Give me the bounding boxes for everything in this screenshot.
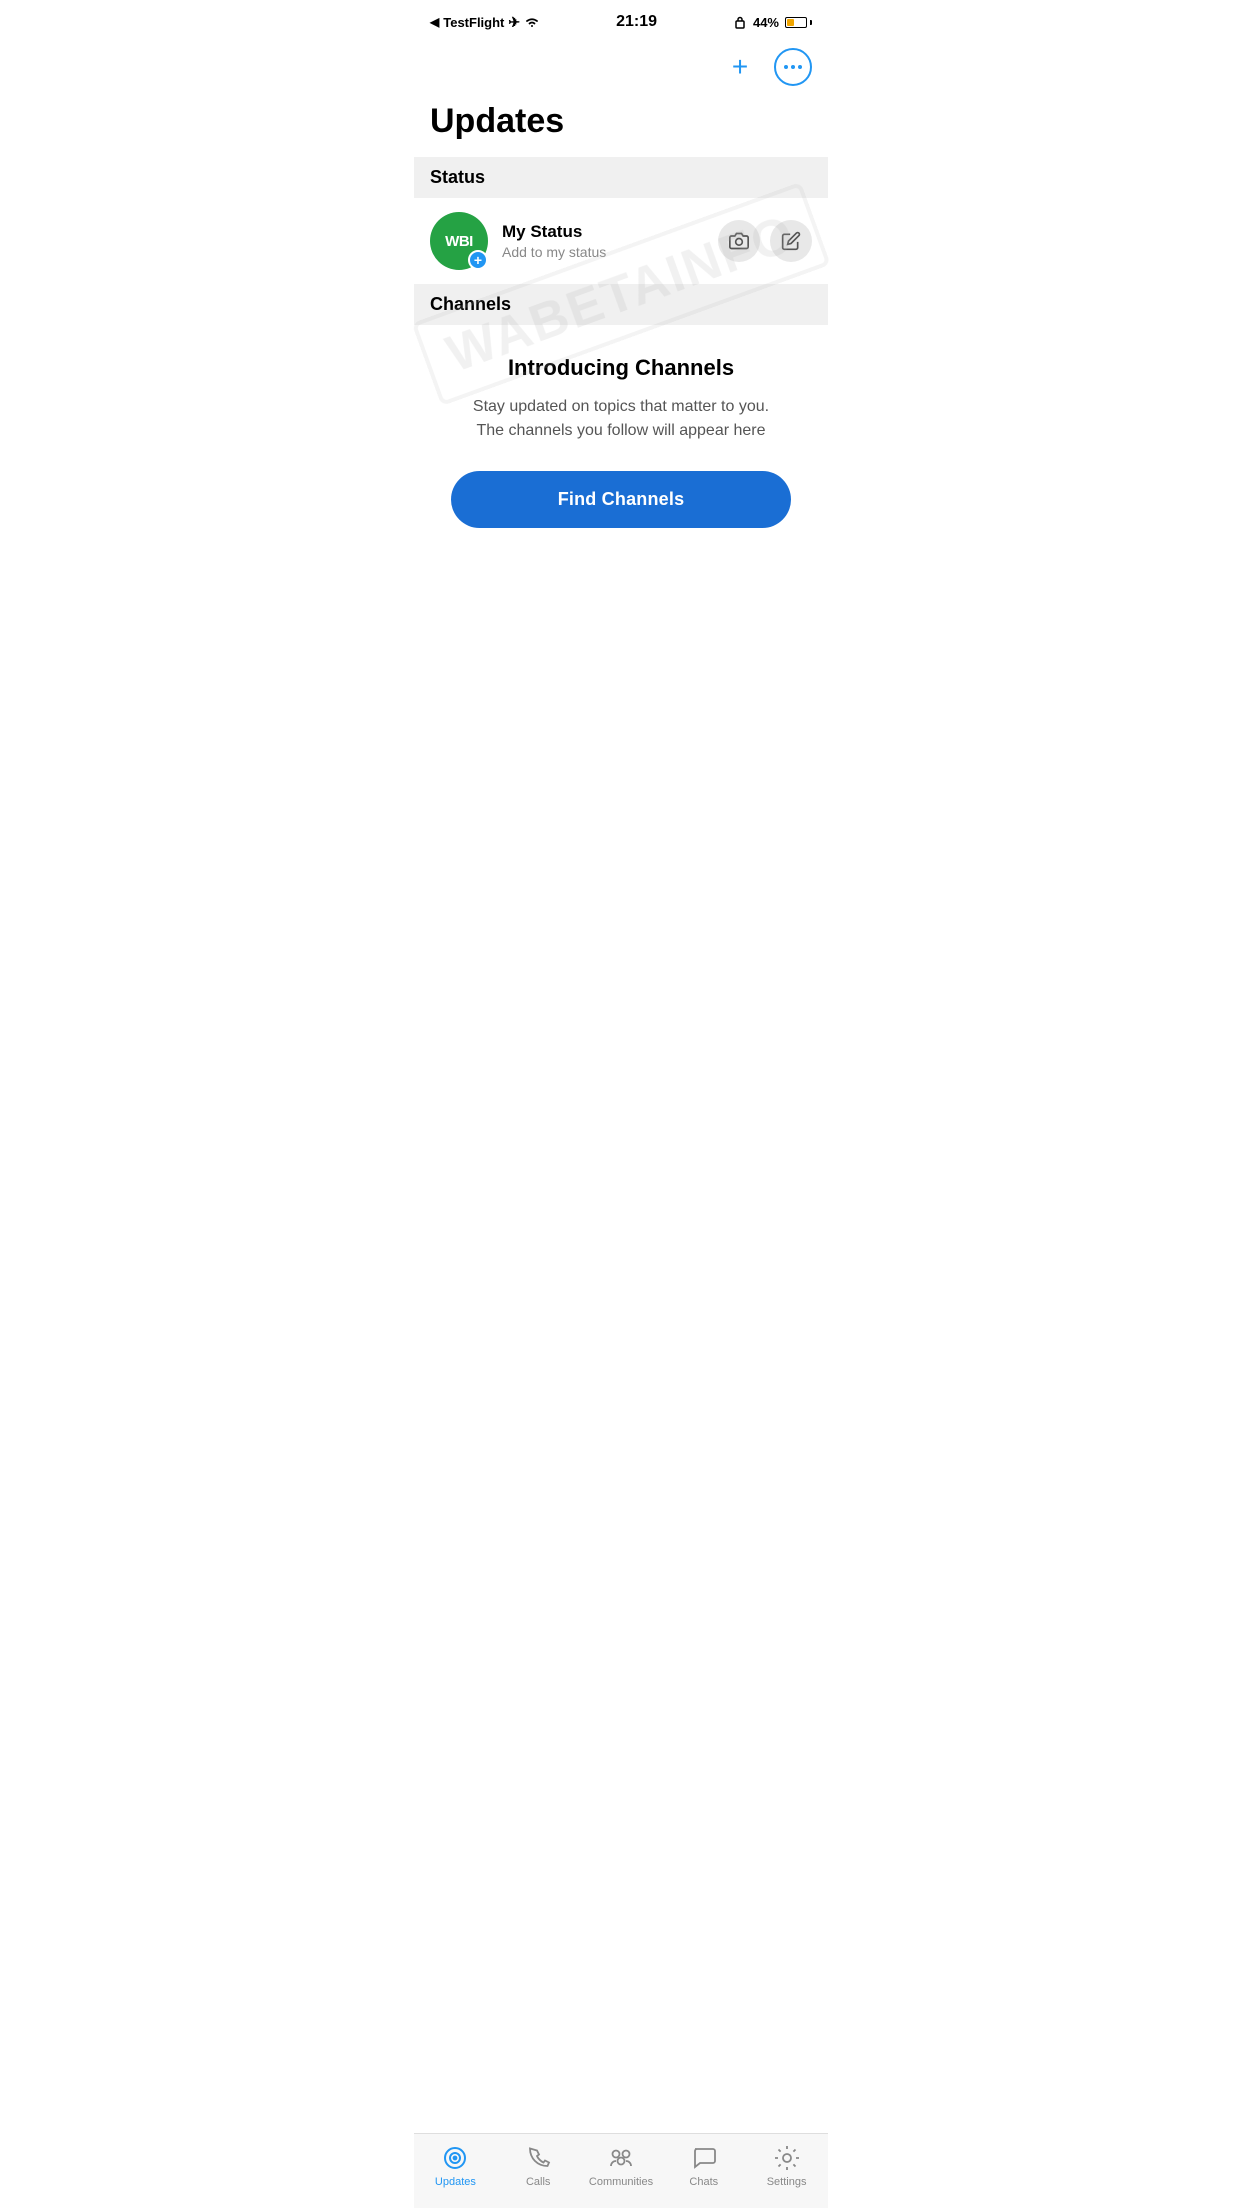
nav-label-calls: Calls (526, 2176, 550, 2188)
avatar-plus-icon: + (468, 250, 488, 270)
plus-icon: + (732, 53, 748, 81)
status-bar: ◀ TestFlight ✈ 21:19 44% (414, 0, 828, 44)
channels-intro-title: Introducing Channels (508, 355, 734, 381)
status-actions (718, 220, 812, 262)
status-name: My Status (502, 222, 718, 242)
status-section-header: Status (414, 157, 828, 198)
nav-label-chats: Chats (689, 2176, 718, 2188)
time-display: 21:19 (616, 13, 657, 31)
status-subtitle: Add to my status (502, 244, 718, 260)
channels-intro-description: Stay updated on topics that matter to yo… (473, 395, 769, 443)
carrier-name: TestFlight (443, 15, 504, 30)
avatar-container: WBI + (430, 212, 488, 270)
nav-label-settings: Settings (767, 2176, 807, 2188)
wifi-icon (524, 16, 540, 28)
more-dots-icon (784, 65, 802, 69)
settings-icon (773, 2144, 801, 2172)
avatar-text: WBI (445, 233, 473, 250)
my-status-item[interactable]: WBI + My Status Add to my status (414, 198, 828, 284)
status-info: My Status Add to my status (502, 222, 718, 260)
top-action-bar: + (414, 44, 828, 94)
carrier-info: ◀ TestFlight ✈ (430, 14, 540, 31)
calls-icon (524, 2144, 552, 2172)
find-channels-button[interactable]: Find Channels (451, 471, 791, 528)
nav-item-updates[interactable]: Updates (414, 2144, 497, 2188)
channels-section-header: Channels (414, 284, 828, 325)
battery-info: 44% (733, 15, 812, 30)
add-button[interactable]: + (722, 49, 758, 85)
battery-indicator (785, 17, 812, 28)
channels-content: Introducing Channels Stay updated on top… (414, 325, 828, 548)
more-options-button[interactable] (774, 48, 812, 86)
page-title: Updates (414, 94, 828, 157)
bottom-navigation: Updates Calls Communities (414, 2133, 828, 2208)
nav-item-communities[interactable]: Communities (580, 2144, 663, 2188)
lock-icon (733, 15, 747, 29)
nav-label-updates: Updates (435, 2176, 476, 2188)
chats-icon (690, 2144, 718, 2172)
camera-icon (729, 231, 749, 251)
communities-icon (607, 2144, 635, 2172)
nav-label-communities: Communities (589, 2176, 653, 2188)
pencil-button[interactable] (770, 220, 812, 262)
camera-button[interactable] (718, 220, 760, 262)
nav-item-chats[interactable]: Chats (662, 2144, 745, 2188)
nav-item-calls[interactable]: Calls (497, 2144, 580, 2188)
battery-percentage: 44% (753, 15, 779, 30)
pencil-icon (781, 231, 801, 251)
nav-item-settings[interactable]: Settings (745, 2144, 828, 2188)
updates-icon (441, 2144, 469, 2172)
